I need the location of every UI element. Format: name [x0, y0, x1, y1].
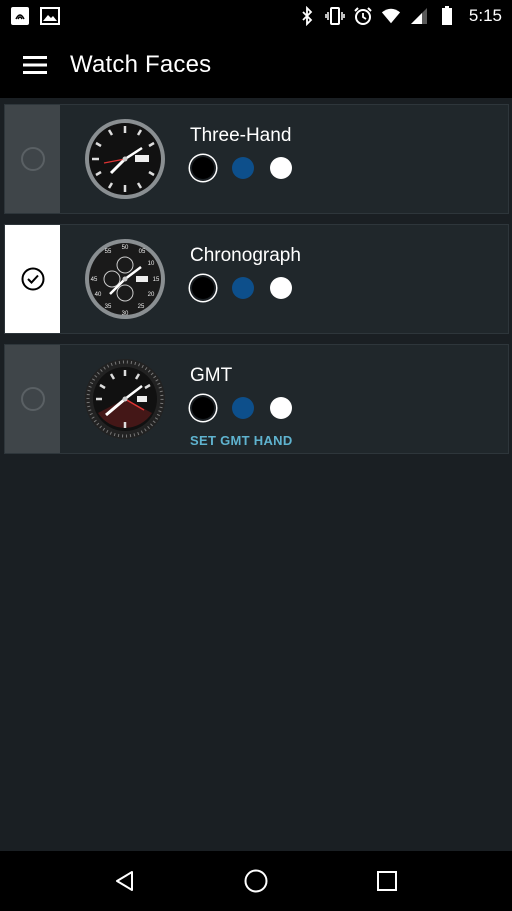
watch-face-name: GMT: [190, 365, 233, 386]
color-options: [190, 275, 301, 301]
wifi-icon: [381, 6, 401, 26]
radio-unselected-icon[interactable]: [20, 387, 45, 411]
watch-preview: [60, 105, 190, 213]
chronograph-watch-icon: 50 55 05 10 15 20 25 30 35 40 45: [85, 239, 165, 319]
chrono-label: 40: [95, 292, 102, 298]
nav-bar: [0, 851, 512, 911]
vibrate-icon: [325, 6, 345, 26]
hamburger-menu-icon: [23, 56, 47, 74]
color-swatch-white[interactable]: [270, 157, 292, 179]
chrono-label: 45: [91, 277, 98, 283]
signal-icon: [409, 6, 429, 26]
check-circle-icon[interactable]: [21, 267, 45, 291]
select-cell[interactable]: [5, 225, 60, 333]
status-time: 5:15: [468, 6, 502, 25]
alarm-icon: [353, 6, 373, 26]
chrono-label: 25: [138, 304, 145, 310]
chrono-label: 05: [139, 249, 146, 255]
watch-preview: 50 55 05 10 15 20 25 30 35 40 45: [60, 225, 190, 333]
recents-button[interactable]: [357, 851, 417, 911]
watch-face-name: Three-Hand: [190, 125, 292, 146]
status-bar: 5:15: [0, 0, 512, 32]
app-bar: Watch Faces: [0, 32, 512, 98]
home-button[interactable]: [226, 851, 286, 911]
chrono-label: 55: [105, 249, 112, 255]
select-cell[interactable]: [5, 345, 60, 453]
watch-face-card-chronograph[interactable]: 50 55 05 10 15 20 25 30 35 40 45 Chronog…: [4, 224, 509, 334]
back-icon: [116, 871, 134, 891]
color-swatch-blue[interactable]: [232, 277, 254, 299]
chrono-label: 20: [148, 292, 155, 298]
gmt-watch-icon: [85, 359, 165, 439]
chrono-label: 10: [148, 261, 155, 267]
bluetooth-icon: [297, 6, 317, 26]
watch-preview: [60, 345, 190, 453]
three-hand-watch-icon: [85, 119, 165, 199]
color-swatch-black[interactable]: [192, 397, 214, 419]
page-title: Watch Faces: [70, 51, 212, 78]
menu-button[interactable]: [0, 32, 70, 98]
watch-face-card-three-hand[interactable]: Three-Hand: [4, 104, 509, 214]
recents-icon: [376, 871, 397, 891]
nfc-icon: [10, 6, 30, 26]
color-swatch-white[interactable]: [270, 397, 292, 419]
image-icon: [40, 6, 60, 26]
watch-face-card-gmt[interactable]: GMT SET GMT HAND: [4, 344, 509, 454]
home-icon: [244, 869, 268, 893]
chrono-label: 15: [153, 277, 160, 283]
color-swatch-black[interactable]: [192, 157, 214, 179]
chrono-label: 30: [122, 311, 129, 317]
battery-icon: [437, 6, 457, 26]
color-swatch-blue[interactable]: [232, 397, 254, 419]
watch-face-name: Chronograph: [190, 245, 301, 266]
chrono-label: 35: [105, 304, 112, 310]
color-swatch-black[interactable]: [192, 277, 214, 299]
chrono-label: 50: [122, 245, 129, 251]
color-swatch-white[interactable]: [270, 277, 292, 299]
color-options: [190, 395, 293, 421]
set-gmt-hand-button[interactable]: SET GMT HAND: [190, 433, 293, 448]
radio-unselected-icon[interactable]: [20, 147, 45, 171]
back-button[interactable]: [95, 851, 155, 911]
select-cell[interactable]: [5, 105, 60, 213]
color-swatch-blue[interactable]: [232, 157, 254, 179]
color-options: [190, 155, 292, 181]
